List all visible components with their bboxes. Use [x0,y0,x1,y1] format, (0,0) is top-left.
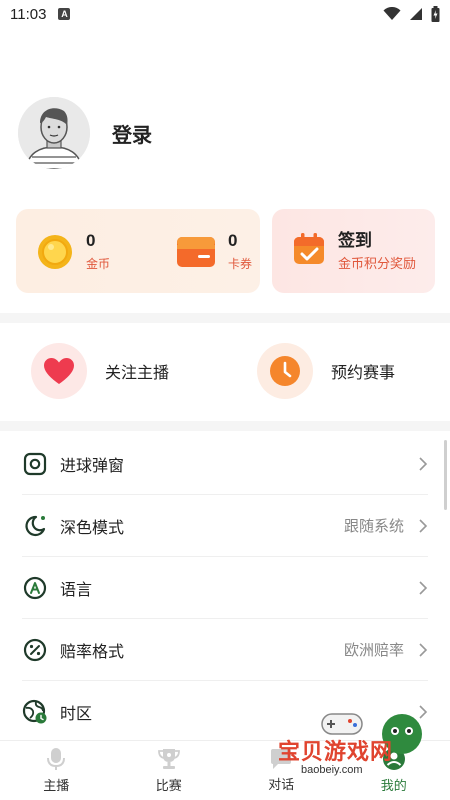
follow-streamer-button[interactable]: 关注主播 [31,343,169,399]
sign-in-title: 签到 [338,231,372,250]
profile-login-area[interactable]: 登录 [18,97,152,169]
status-bar: 11:03 A [0,0,450,28]
follow-streamer-label: 关注主播 [105,365,170,382]
sign-in-subtitle: 金币积分奖励 [338,256,417,271]
battery-icon [431,6,440,22]
coins-value: 0 [86,231,96,250]
menu-item-label: 时区 [60,706,93,723]
coins-label: 金币 [86,257,111,271]
default-avatar-icon [18,97,90,169]
menu-item-dark-mode[interactable]: 深色模式 跟随系统 [22,495,428,557]
reserve-match-label: 预约赛事 [331,365,396,382]
watermark-text: 宝贝游戏网 [278,739,394,764]
menu-item-label: 语言 [60,581,93,599]
notification-icon: A [58,8,71,20]
cards-label: 卡券 [228,257,253,271]
heart-icon [44,358,74,384]
login-label[interactable]: 登录 [112,119,152,148]
gold-coin-icon [38,235,72,269]
section-divider [0,313,450,323]
tab-streamer[interactable]: 主播 [0,741,113,800]
wallet-card: 0 金币 0 卡券 [16,209,260,293]
menu-item-value: 跟随系统 [343,518,404,535]
goal-popup-icon [22,451,48,477]
chevron-right-icon [419,642,428,657]
chevron-right-icon [419,518,428,533]
language-icon [22,575,48,601]
moon-icon [22,513,48,539]
coins-item[interactable]: 0 金币 [36,231,110,273]
status-time: 11:03 [10,5,47,23]
percent-icon [22,637,48,663]
watermark-url: baobeiy.com [298,764,366,776]
trophy-icon [157,749,180,769]
heart-icon-wrap [31,343,87,399]
tab-label: 比赛 [155,778,182,793]
avatar [18,97,90,169]
menu-item-label: 进球弹窗 [60,457,125,475]
menu-item-label: 深色模式 [60,519,125,537]
signal-icon [410,8,422,20]
wifi-icon [383,7,401,20]
chevron-right-icon [419,456,428,471]
section-divider [0,421,450,431]
clock-icon-wrap [257,343,313,399]
timezone-globe-icon [22,699,48,725]
site-watermark: 宝贝游戏网 baobeiy.com [268,708,428,778]
tab-match[interactable]: 比赛 [113,741,226,800]
menu-item-goal-popup[interactable]: 进球弹窗 [22,433,428,495]
reserve-match-button[interactable]: 预约赛事 [257,343,395,399]
menu-item-value: 欧洲赔率 [343,642,404,659]
tab-label: 主播 [43,778,70,793]
calendar-check-icon [294,233,324,264]
card-ticket-icon [177,237,215,267]
sign-in-card[interactable]: 签到 金币积分奖励 [272,209,435,293]
microphone-icon [47,748,66,770]
settings-menu: 进球弹窗 深色模式 跟随系统 语言 赔率格式 欧洲赔率 时区 [0,433,450,743]
menu-item-label: 赔率格式 [60,643,125,661]
menu-item-language[interactable]: 语言 [22,557,428,619]
scrollbar[interactable] [444,440,447,510]
clock-icon [270,356,300,386]
menu-item-odds-format[interactable]: 赔率格式 欧洲赔率 [22,619,428,681]
cards-item[interactable]: 0 卡券 [176,231,252,273]
cards-value: 0 [228,231,238,250]
chevron-right-icon [419,580,428,595]
